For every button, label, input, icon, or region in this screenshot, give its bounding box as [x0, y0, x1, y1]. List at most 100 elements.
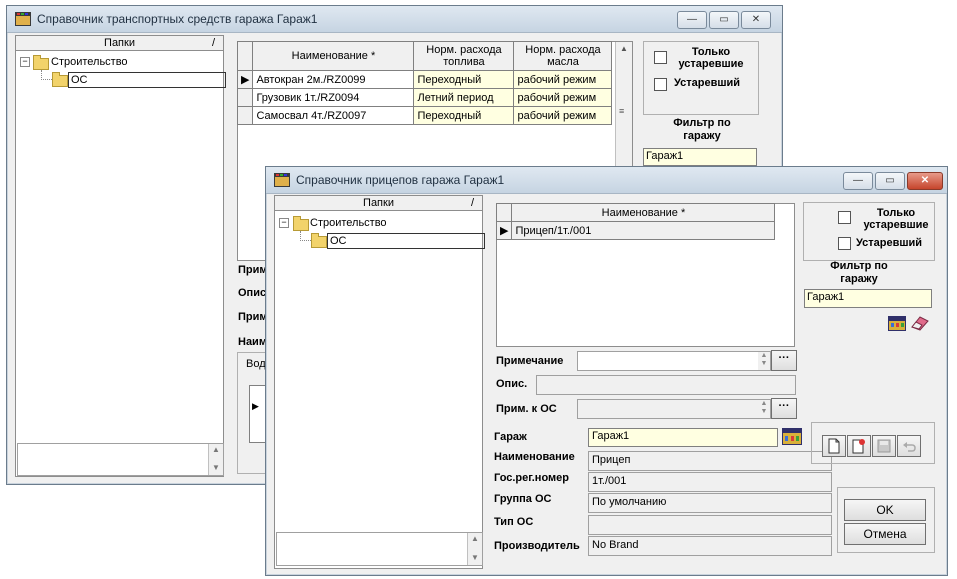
- new-doc-button[interactable]: [822, 435, 846, 457]
- garage-filter-input[interactable]: Гараж1: [804, 289, 932, 308]
- trailers-window: Справочник прицепов гаража Гараж1 — ▭ ✕ …: [265, 166, 948, 576]
- sort-icon: /: [470, 197, 474, 209]
- cell-oil[interactable]: рабочий режим: [513, 106, 613, 125]
- reg-label: Гос.рег.номер: [494, 472, 570, 484]
- note-spin[interactable]: ▲ ▼: [758, 352, 770, 370]
- tree-item-root[interactable]: Строительство: [310, 217, 387, 229]
- scroll-down-icon[interactable]: ▼: [212, 463, 220, 472]
- cell-fuel[interactable]: Переходный: [413, 106, 515, 125]
- cell-fuel[interactable]: Летний период: [413, 88, 515, 107]
- garage-filter-label: Фильтр по гаражу: [830, 260, 888, 285]
- sort-icon: /: [211, 37, 215, 49]
- outdated-label: Устаревший: [674, 77, 741, 89]
- scroll-down-icon[interactable]: ▼: [471, 553, 479, 562]
- garage-select-icon[interactable]: [782, 428, 802, 445]
- note-input[interactable]: ▲ ▼: [577, 351, 771, 371]
- cell-fuel[interactable]: Переходный: [413, 70, 515, 89]
- name-input[interactable]: Прицеп: [588, 451, 832, 471]
- tree-item-root[interactable]: Строительство: [51, 56, 128, 68]
- os-note-input[interactable]: ▲ ▼: [577, 399, 771, 419]
- garage-value: Гараж1: [592, 430, 630, 442]
- only-outdated-checkbox[interactable]: [838, 211, 851, 224]
- partial-label-desc: Опис: [238, 287, 267, 299]
- tree-connector: [300, 231, 311, 241]
- os-note-spin[interactable]: ▲ ▼: [758, 400, 770, 418]
- eraser-icon[interactable]: [910, 315, 930, 331]
- garage-label: Гараж: [494, 431, 527, 443]
- close-button[interactable]: ✕: [741, 11, 771, 29]
- trailers-folders-header[interactable]: Папки /: [274, 195, 483, 211]
- only-outdated-checkbox[interactable]: [654, 51, 667, 64]
- cell-name[interactable]: Грузовик 1т./RZ0094: [252, 88, 415, 107]
- cell-name[interactable]: Автокран 2м./RZ0099: [252, 70, 415, 89]
- save-button[interactable]: [872, 435, 896, 457]
- table-row[interactable]: Самосвал 4т./RZ0097 Переходный рабочий р…: [236, 106, 613, 125]
- group-value: По умолчанию: [592, 496, 667, 508]
- reg-input[interactable]: 1т./001: [588, 472, 832, 492]
- tree-connector: [41, 70, 52, 80]
- cell-name[interactable]: Прицеп/1т./001: [511, 221, 776, 240]
- dialog-buttons: OK Отмена: [837, 487, 935, 553]
- row-indicator: [236, 106, 254, 125]
- folders-header-label: Папки: [104, 37, 135, 49]
- scroll-up-icon[interactable]: ▲: [620, 44, 628, 53]
- col-name[interactable]: Наименование *: [511, 203, 776, 222]
- garage-filter-input[interactable]: Гараж1: [643, 148, 757, 166]
- reg-value: 1т./001: [592, 475, 627, 487]
- cell-oil[interactable]: рабочий режим: [513, 88, 613, 107]
- vehicles-titlebar[interactable]: Справочник транспортных средств гаража Г…: [7, 6, 782, 33]
- cell-name[interactable]: Самосвал 4т./RZ0097: [252, 106, 415, 125]
- vehicles-note-box[interactable]: ▲ ▼: [17, 443, 224, 476]
- scroll-up-icon[interactable]: ▲: [471, 534, 479, 543]
- tree-item-os[interactable]: ОС: [327, 233, 485, 249]
- table-row[interactable]: Грузовик 1т./RZ0094 Летний период рабочи…: [236, 88, 613, 107]
- minimize-button[interactable]: —: [677, 11, 707, 29]
- close-button[interactable]: ✕: [907, 172, 943, 190]
- table-row[interactable]: ▶ Прицеп/1т./001: [495, 221, 776, 240]
- note-scrollbar[interactable]: ▲ ▼: [467, 533, 482, 565]
- tree-collapse-icon[interactable]: −: [279, 218, 289, 228]
- row-indicator-header: [236, 41, 254, 71]
- col-oil[interactable]: Норм. расхода масла: [513, 41, 613, 71]
- scroll-thumb-icon[interactable]: ≡: [619, 106, 624, 116]
- garage-input[interactable]: Гараж1: [588, 428, 778, 447]
- maximize-button[interactable]: ▭: [709, 11, 739, 29]
- undo-icon: [903, 442, 916, 452]
- minimize-icon: —: [687, 14, 697, 25]
- note-label: Примечание: [496, 355, 564, 367]
- maker-input[interactable]: No Brand: [588, 536, 832, 556]
- os-note-label: Прим. к ОС: [496, 403, 557, 415]
- record-toolbar: [811, 422, 935, 464]
- trailers-titlebar[interactable]: Справочник прицепов гаража Гараж1 — ▭ ✕: [266, 167, 947, 194]
- cancel-button[interactable]: Отмена: [844, 523, 926, 545]
- outdated-checkbox[interactable]: [654, 78, 667, 91]
- note-scrollbar[interactable]: ▲ ▼: [208, 444, 223, 475]
- col-fuel[interactable]: Норм. расхода топлива: [413, 41, 515, 71]
- minimize-button[interactable]: —: [843, 172, 873, 190]
- maker-label: Производитель: [494, 540, 580, 552]
- note-ellipsis-button[interactable]: ···: [771, 350, 797, 371]
- scroll-up-icon[interactable]: ▲: [212, 445, 220, 454]
- table-row[interactable]: ▶ Автокран 2м./RZ0099 Переходный рабочий…: [236, 70, 613, 89]
- type-input[interactable]: [588, 515, 832, 535]
- new-doc-icon: [828, 438, 840, 454]
- trailers-table: Наименование * ▶ Прицеп/1т./001: [495, 203, 776, 240]
- os-note-ellipsis-button[interactable]: ···: [771, 398, 797, 419]
- group-input[interactable]: По умолчанию: [588, 493, 832, 513]
- maximize-button[interactable]: ▭: [875, 172, 905, 190]
- copy-doc-button[interactable]: [847, 435, 871, 457]
- trailers-note-box[interactable]: ▲ ▼: [276, 532, 483, 566]
- tree-item-os[interactable]: ОС: [68, 72, 226, 88]
- garage-select-icon[interactable]: [888, 316, 906, 331]
- cell-oil[interactable]: рабочий режим: [513, 70, 613, 89]
- outdated-checkbox[interactable]: [838, 237, 851, 250]
- desc-input[interactable]: [536, 375, 796, 395]
- type-label: Тип ОС: [494, 516, 534, 528]
- garage-filter-value: Гараж1: [646, 150, 684, 162]
- col-name[interactable]: Наименование *: [252, 41, 415, 71]
- folder-icon: [311, 233, 327, 248]
- undo-button[interactable]: [897, 435, 921, 457]
- ok-button[interactable]: OK: [844, 499, 926, 521]
- tree-collapse-icon[interactable]: −: [20, 57, 30, 67]
- vehicles-folders-header[interactable]: Папки /: [15, 35, 224, 51]
